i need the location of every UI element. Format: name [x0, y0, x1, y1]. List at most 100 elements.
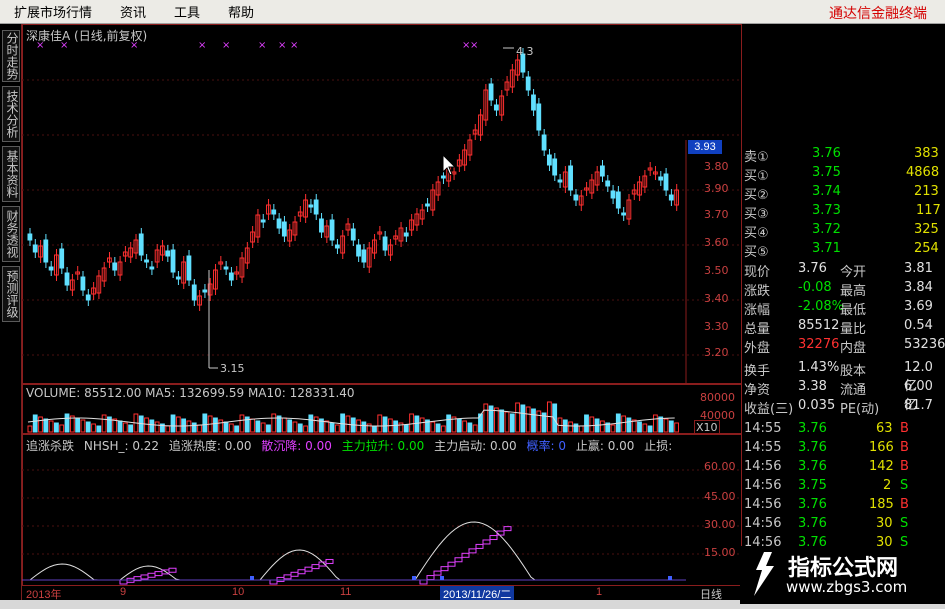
volume-bar: [234, 425, 240, 433]
tick-time: 14:56: [744, 497, 782, 512]
indicator-tick: 45.00: [704, 490, 736, 503]
stat-label: 量比: [840, 322, 867, 337]
date-tick: 11: [340, 586, 352, 598]
watermark-logo-icon: [754, 552, 774, 596]
price-tick: 3.50: [704, 264, 729, 277]
indicator-dot: [440, 576, 444, 580]
tick-price: 3.76: [798, 516, 827, 531]
candle: [493, 104, 499, 111]
volume-bar: [658, 416, 664, 433]
price-tick: 3.70: [704, 208, 729, 221]
date-axis: 2013年 9 10 11 2013/11/26/二 1: [22, 586, 742, 602]
tick-side: S: [900, 478, 909, 493]
candle: [260, 219, 266, 223]
candle: [228, 272, 234, 281]
bid-volume: 4868: [906, 165, 940, 180]
stat-row: 换手 1.43% 股本 12.0亿: [742, 360, 942, 394]
candle: [546, 154, 552, 166]
tick-price: 3.76: [798, 421, 827, 436]
bid-row[interactable]: 买① 3.75 4868: [742, 165, 942, 184]
volume-bar: [80, 419, 86, 433]
volume-bar: [329, 422, 335, 433]
stat-value: 3.69: [904, 299, 933, 314]
tick-volume: 2: [883, 478, 892, 493]
volume-bar: [467, 422, 473, 433]
stat-label: 涨幅: [744, 303, 771, 318]
indicator-line: [29, 563, 118, 581]
stat-label: 股本: [840, 364, 867, 379]
tick-price: 3.76: [798, 459, 827, 474]
indicator-step: [154, 571, 163, 577]
price-tick: 3.20: [704, 346, 729, 359]
volume-bar: [472, 424, 478, 433]
bid-price: 3.74: [812, 184, 841, 199]
volume-bar: [377, 414, 383, 433]
volume-bar: [493, 407, 499, 433]
volume-bar: [297, 423, 303, 433]
volume-bar: [149, 419, 155, 433]
volume-bar: [218, 419, 224, 433]
candle: [59, 248, 65, 269]
stat-value: 1.43%: [798, 360, 840, 375]
volume-bar: [48, 420, 54, 433]
volume-bar: [213, 417, 218, 433]
volume-bar: [197, 424, 202, 433]
volume-bar: [239, 414, 245, 433]
bid-price: 3.75: [812, 165, 841, 180]
bid-row[interactable]: 买③ 3.73 117: [742, 203, 942, 222]
indicator-value: 止赢: 0.00: [575, 439, 635, 453]
candle: [27, 233, 33, 241]
candle: [80, 276, 86, 291]
stat-value: 32276: [798, 337, 840, 352]
stat-label: 现价: [744, 265, 771, 280]
stat-label: 最高: [840, 284, 867, 299]
candle: [403, 232, 409, 237]
tick-row: 14:56 3.76 185 B: [742, 497, 942, 516]
stat-value: 3.38: [798, 379, 827, 394]
volume-bar: [668, 420, 674, 433]
signal-marker: ×: [222, 40, 230, 51]
volume-label: VOLUME: 85512.00 MA5: 132699.59 MA10: 12…: [26, 386, 355, 400]
candle: [541, 134, 547, 151]
volume-bar: [674, 422, 679, 433]
indicator-step: [325, 558, 334, 564]
indicator-value: 主力启动: 0.00: [434, 439, 517, 453]
volume-unit: X10: [694, 420, 720, 435]
bid-row[interactable]: 买② 3.74 213: [742, 184, 942, 203]
volume-bar: [122, 422, 128, 433]
stat-label: 总量: [744, 322, 771, 337]
volume-bar: [621, 415, 626, 433]
volume-bar: [589, 416, 595, 433]
ask-label: 卖①: [744, 150, 769, 165]
volume-bar: [626, 417, 632, 433]
indicator-step: [283, 574, 292, 580]
bid-row[interactable]: 买⑤ 3.71 254: [742, 241, 942, 260]
volume-bar: [599, 420, 605, 433]
stat-label: PE(动): [840, 402, 880, 417]
indicator-step: [147, 572, 156, 578]
volume-bar: [414, 415, 420, 433]
volume-bar: [366, 423, 372, 433]
ask-row[interactable]: 卖① 3.76 383: [742, 146, 942, 165]
candle: [32, 244, 38, 253]
volume-bar: [303, 425, 308, 433]
volume-bar: [525, 406, 531, 433]
volume-bar: [610, 424, 616, 433]
volume-bar: [287, 419, 293, 433]
bid-row[interactable]: 买④ 3.72 325: [742, 222, 942, 241]
candle: [191, 284, 197, 301]
date-tick: 1: [596, 586, 603, 598]
candle: [313, 199, 319, 215]
volume-bar: [191, 422, 197, 433]
tick-side: B: [900, 421, 909, 436]
tick-volume: 30: [876, 516, 893, 531]
volume-bar: [255, 420, 261, 433]
indicator-step: [447, 561, 456, 567]
candle: [149, 266, 155, 270]
volume-bar: [117, 420, 123, 433]
tick-price: 3.76: [798, 497, 827, 512]
candle: [488, 83, 494, 101]
signal-marker: ×: [470, 40, 478, 51]
indicator-step: [269, 579, 278, 585]
stat-label: 内盘: [840, 341, 867, 356]
